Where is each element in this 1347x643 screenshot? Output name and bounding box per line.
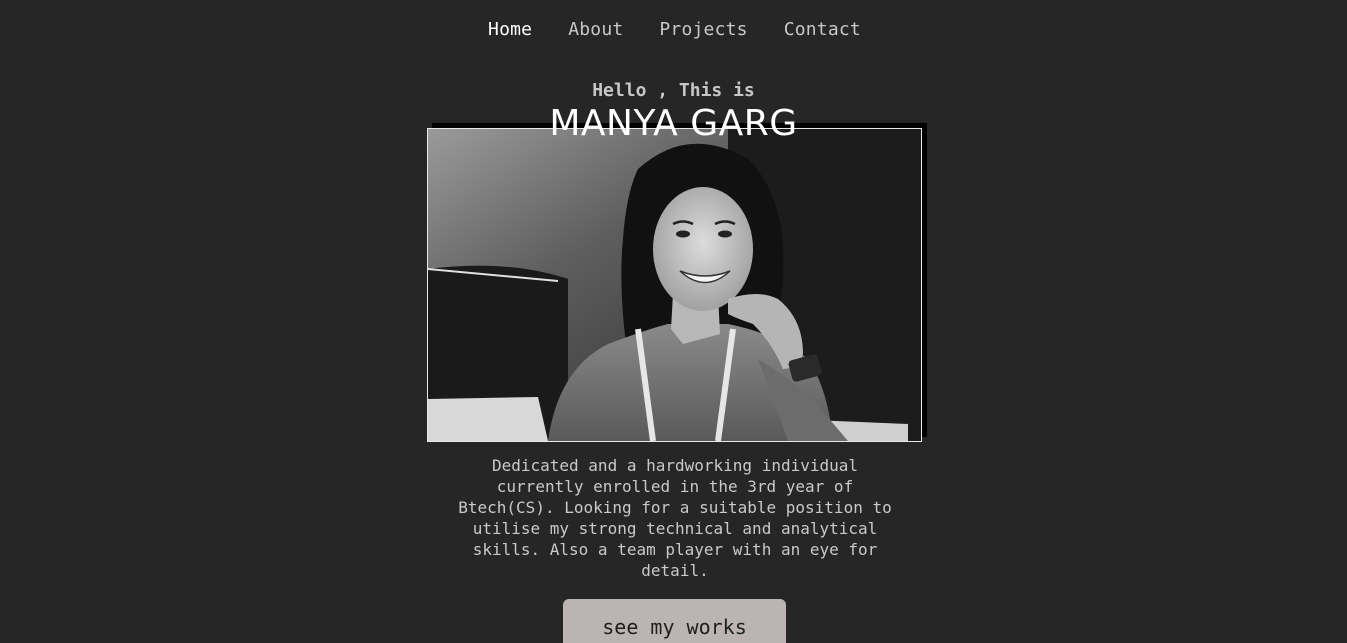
nav-projects-link[interactable]: Projects bbox=[659, 17, 747, 43]
profile-photo-frame bbox=[427, 123, 927, 442]
hero-name: MANYA GARG bbox=[549, 103, 798, 144]
nav-home-link[interactable]: Home bbox=[488, 17, 532, 43]
main-nav: Home About Projects Contact bbox=[1, 17, 1347, 43]
nav-about-link[interactable]: About bbox=[568, 17, 623, 43]
portrait-illustration bbox=[428, 129, 921, 441]
see-my-works-button[interactable]: see my works bbox=[563, 599, 786, 643]
hero-bio: Dedicated and a hardworking individual c… bbox=[458, 456, 892, 580]
see-my-works-label: see my works bbox=[602, 614, 747, 639]
nav-contact-link[interactable]: Contact bbox=[784, 17, 861, 43]
profile-photo bbox=[427, 128, 922, 442]
